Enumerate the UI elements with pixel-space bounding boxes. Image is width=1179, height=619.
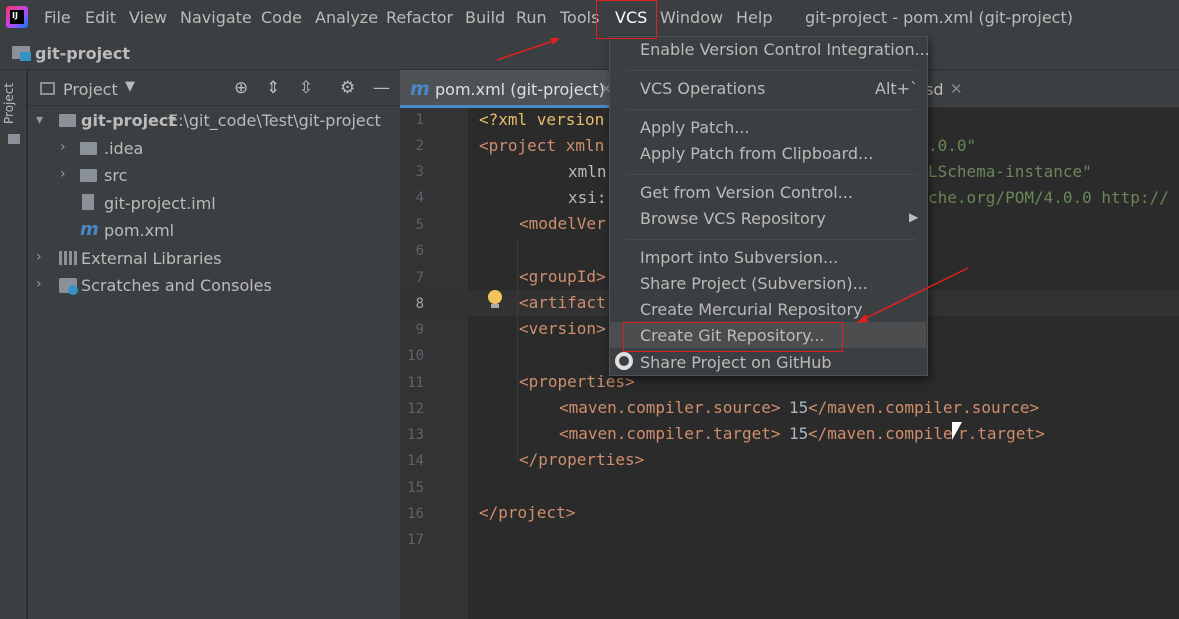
annotation-arrows	[496, 38, 969, 323]
